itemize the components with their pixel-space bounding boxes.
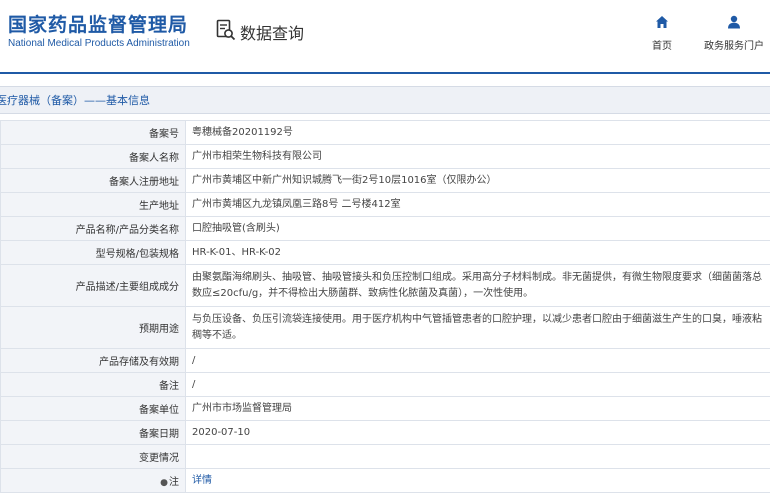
row-label: ●注 [0, 468, 186, 493]
row-value: 口腔抽吸管(含刷头) [185, 216, 770, 241]
document-search-icon [216, 19, 236, 45]
pin-icon: ● [160, 478, 168, 488]
row-label: 变更情况 [0, 444, 186, 469]
row-value: 广州市黄埔区九龙镇凤凰三路8号 二号楼412室 [185, 192, 770, 217]
row-value: 由聚氨酯海绵刷头、抽吸管、抽吸管接头和负压控制口组成。采用高分子材料制成。非无菌… [185, 264, 770, 307]
row-label: 备案单位 [0, 396, 186, 421]
row-label: 备案号 [0, 120, 186, 145]
table-row: 备注 / [0, 372, 770, 397]
row-label: 备案人名称 [0, 144, 186, 169]
row-label: 备注 [0, 372, 186, 397]
row-value: 广州市市场监督管理局 [185, 396, 770, 421]
row-label: 备案日期 [0, 420, 186, 445]
section-title: 医疗器械（备案）——基本信息 [0, 94, 150, 107]
data-query-title: 数据查询 [216, 19, 305, 45]
site-header: 国家药品监督管理局 National Medical Products Admi… [0, 0, 770, 74]
nav-home-label: 首页 [652, 41, 672, 52]
table-row: ●注 详情 [0, 468, 770, 493]
row-value: 与负压设备、负压引流袋连接使用。用于医疗机构中气管插管患者的口腔护理，以减少患者… [185, 306, 770, 349]
row-label: 产品存储及有效期 [0, 348, 186, 373]
table-row: 备案单位 广州市市场监督管理局 [0, 396, 770, 421]
row-value: 2020-07-10 [185, 420, 770, 445]
row-label: 生产地址 [0, 192, 186, 217]
row-label: 型号规格/包装规格 [0, 240, 186, 265]
table-row: 预期用途 与负压设备、负压引流袋连接使用。用于医疗机构中气管插管患者的口腔护理，… [0, 306, 770, 349]
row-value: 详情 [185, 468, 770, 493]
table-row: 产品描述/主要组成成分 由聚氨酯海绵刷头、抽吸管、抽吸管接头和负压控制口组成。采… [0, 264, 770, 307]
row-value: 粤穗械备20201192号 [185, 120, 770, 145]
logo-subtitle: National Medical Products Administration [8, 38, 190, 49]
note-label: 注 [169, 477, 179, 488]
details-link[interactable]: 详情 [192, 475, 212, 486]
row-value: 广州市黄埔区中新广州知识城腾飞一街2号10层1016室（仅限办公） [185, 168, 770, 193]
row-value: HR-K-01、HR-K-02 [185, 240, 770, 265]
query-label: 数据查询 [240, 24, 305, 43]
table-row: 生产地址 广州市黄埔区九龙镇凤凰三路8号 二号楼412室 [0, 192, 770, 217]
table-row: 备案日期 2020-07-10 [0, 420, 770, 445]
row-value: / [185, 348, 770, 373]
table-row: 产品名称/产品分类名称 口腔抽吸管(含刷头) [0, 216, 770, 241]
row-value [185, 444, 770, 469]
user-icon [727, 14, 741, 33]
row-value: / [185, 372, 770, 397]
info-table: 备案号 粤穗械备20201192号 备案人名称 广州市相荣生物科技有限公司 备案… [0, 120, 770, 493]
row-label: 产品描述/主要组成成分 [0, 264, 186, 307]
row-label: 备案人注册地址 [0, 168, 186, 193]
section-bar: 医疗器械（备案）——基本信息 [0, 86, 770, 114]
row-value: 广州市相荣生物科技有限公司 [185, 144, 770, 169]
table-row: 备案号 粤穗械备20201192号 [0, 120, 770, 145]
table-row: 变更情况 [0, 444, 770, 469]
nav-home[interactable]: 首页 [652, 14, 672, 52]
logo-title[interactable]: 国家药品监督管理局 [8, 10, 188, 37]
home-icon [655, 14, 669, 33]
table-row: 备案人名称 广州市相荣生物科技有限公司 [0, 144, 770, 169]
table-row: 产品存储及有效期 / [0, 348, 770, 373]
nav-service-portal[interactable]: 政务服务门户 [704, 14, 764, 52]
table-row: 备案人注册地址 广州市黄埔区中新广州知识城腾飞一街2号10层1016室（仅限办公… [0, 168, 770, 193]
row-label: 产品名称/产品分类名称 [0, 216, 186, 241]
nav-service-portal-label: 政务服务门户 [704, 41, 764, 52]
row-label: 预期用途 [0, 306, 186, 349]
table-row: 型号规格/包装规格 HR-K-01、HR-K-02 [0, 240, 770, 265]
